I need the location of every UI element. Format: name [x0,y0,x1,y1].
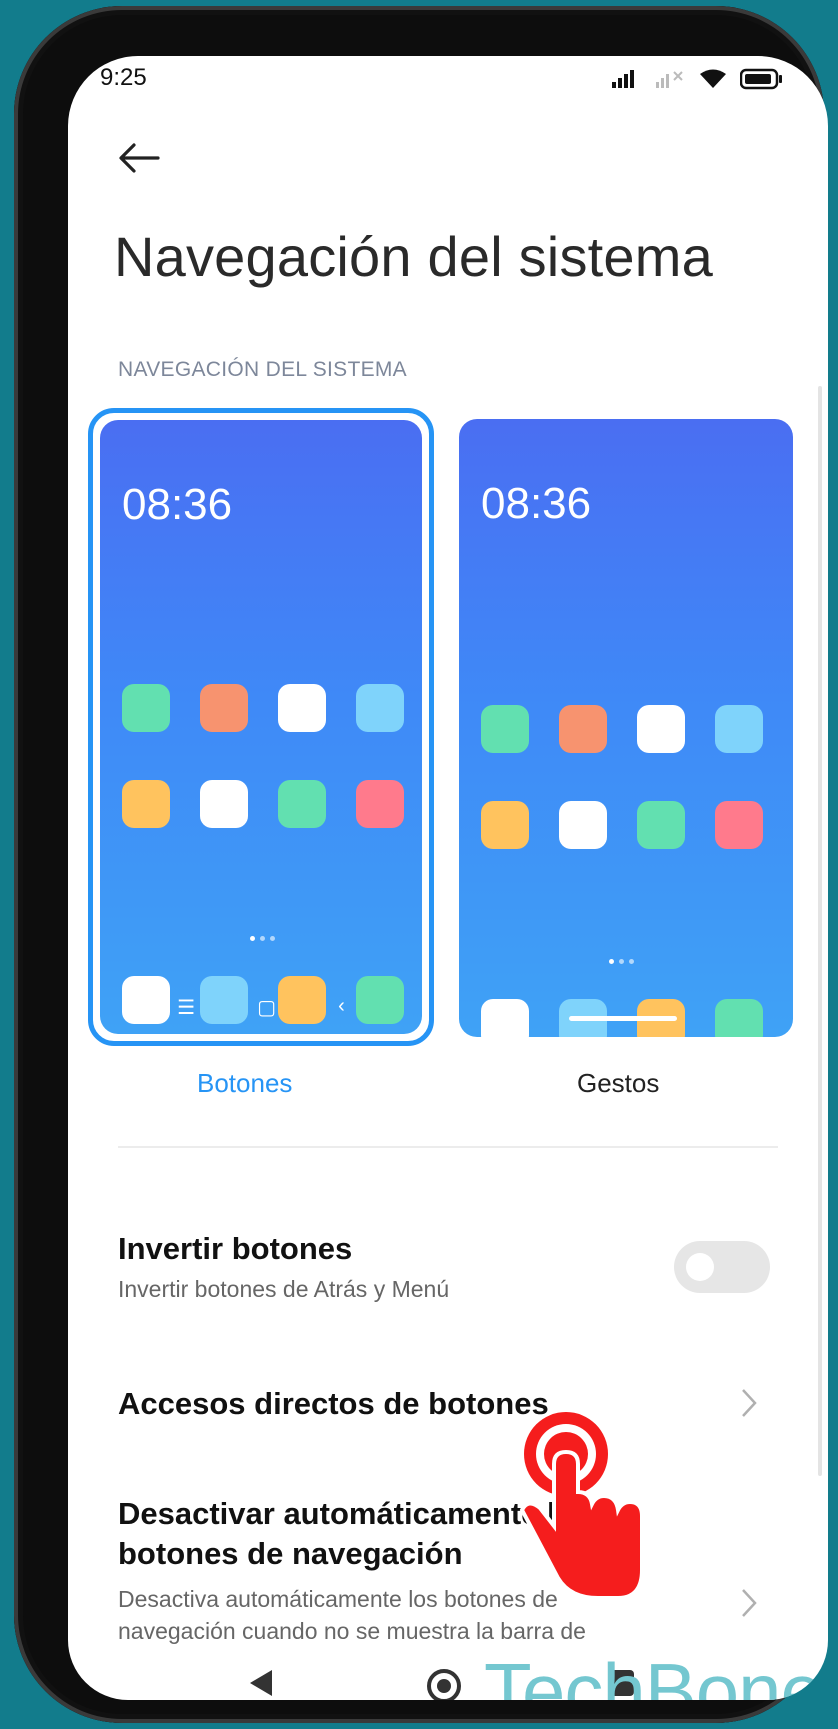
app-icon [200,780,248,828]
app-icon [122,684,170,732]
status-time: 9:25 [100,64,147,91]
option-preview-buttons[interactable]: 08:36 ☰ ▢ ‹ [100,420,422,1034]
status-bar: 9:25 [68,56,828,116]
app-icon [715,705,763,753]
app-icon [715,999,763,1037]
nav-home-icon[interactable] [424,1666,464,1700]
invert-buttons-toggle[interactable] [674,1241,770,1293]
option-label-buttons[interactable]: Botones [197,1068,292,1099]
chevron-right-icon[interactable] [738,1586,760,1620]
menu-icon: ☰ [177,997,196,1019]
section-header: NAVEGACIÓN DEL SISTEMA [118,358,407,381]
phone-screen: 9:25 Navegación del sistema NAVEGACIÓN D… [68,56,828,1700]
auto-hide-title-line2[interactable]: botones de navegación [118,1536,463,1572]
status-icons [610,64,784,94]
invert-buttons-subtitle: Invertir botones de Atrás y Menú [118,1276,450,1302]
tap-hand-icon [519,1412,644,1600]
back-arrow-icon[interactable] [114,132,164,182]
app-icon [481,801,529,849]
app-icon [356,780,404,828]
chevron-right-icon[interactable] [738,1386,760,1420]
auto-hide-subtitle-line2: navegación cuando no se muestra la barra… [118,1618,586,1644]
battery-icon [740,68,782,90]
option-preview-gestures[interactable]: 08:36 [459,419,793,1037]
app-icon [122,780,170,828]
watermark: TechBone [484,1647,824,1700]
app-icon [481,705,529,753]
app-icon [278,780,326,828]
app-icon [715,801,763,849]
app-icon [481,999,529,1037]
preview-clock: 08:36 [481,479,592,528]
page-dots [250,936,275,941]
wifi-icon [700,69,726,88]
page-title: Navegación del sistema [114,225,713,288]
phone-frame: 9:25 Navegación del sistema NAVEGACIÓN D… [14,6,828,1723]
option-label-gestures[interactable]: Gestos [577,1068,659,1099]
divider [118,1146,778,1148]
app-icon [559,801,607,849]
nav-back-icon[interactable] [244,1666,278,1700]
app-icon [637,801,685,849]
app-icon [278,684,326,732]
gesture-bar-preview [569,1016,677,1021]
preview-clock: 08:36 [122,480,233,529]
app-icon [637,705,685,753]
back-icon: ‹ [338,995,345,1017]
auto-hide-subtitle-line1: Desactiva automáticamente los botones de [118,1586,558,1612]
invert-buttons-title: Invertir botones [118,1231,353,1266]
app-icon [356,684,404,732]
signal-no-sim-icon [656,71,683,88]
home-icon: ▢ [257,997,277,1019]
toggle-knob [686,1253,714,1281]
nav-buttons-preview: ☰ ▢ ‹ [100,995,422,1020]
scrollbar[interactable] [818,386,822,1476]
app-icon [559,705,607,753]
button-shortcuts-title[interactable]: Accesos directos de botones [118,1386,549,1422]
signal-icon [612,70,634,88]
app-icon [200,684,248,732]
page-dots [609,959,634,964]
